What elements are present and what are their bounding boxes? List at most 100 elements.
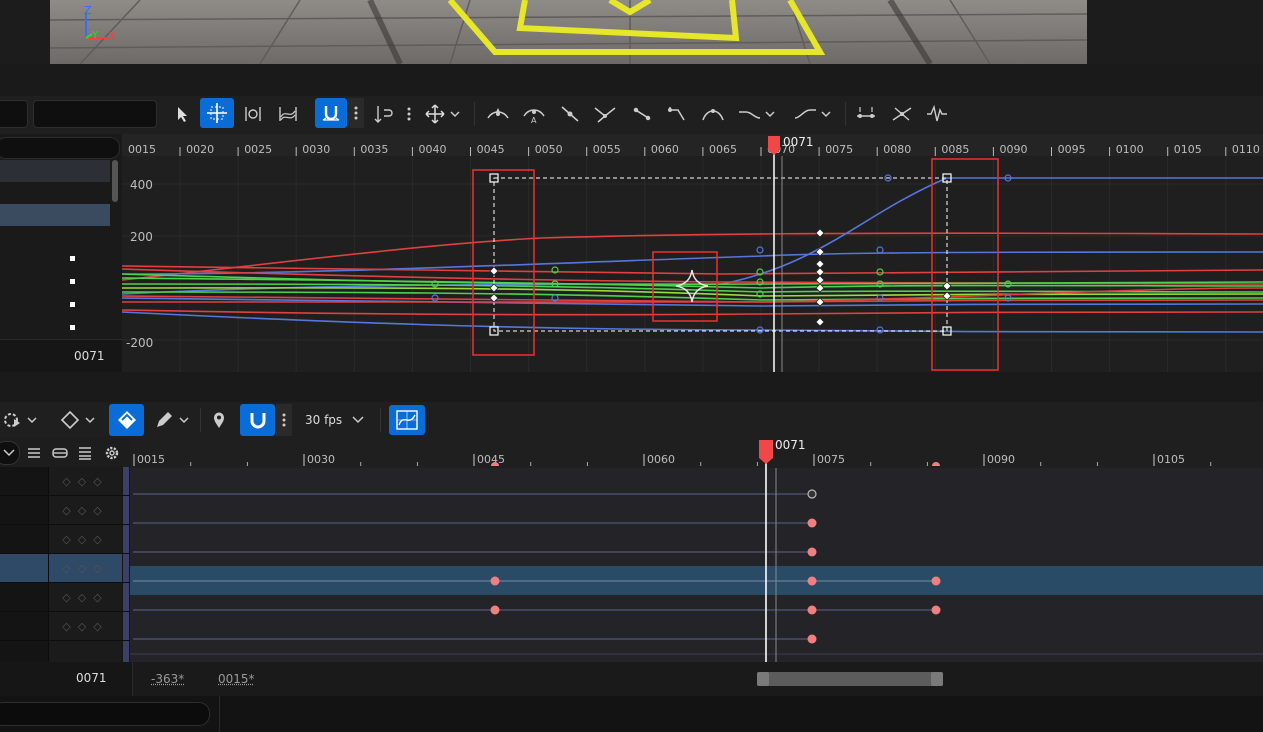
ruler-label: 0065 bbox=[709, 143, 737, 156]
curve-editor-icon bbox=[396, 410, 418, 430]
multi-scale-tool-button[interactable] bbox=[273, 99, 303, 129]
curves-scale-icon bbox=[279, 107, 297, 121]
scrollbar-left-handle[interactable] bbox=[757, 672, 769, 686]
curve-tree-item[interactable] bbox=[0, 160, 110, 182]
key-nav-icons[interactable]: ◇◇◇ bbox=[49, 467, 122, 495]
value-label-200: 200 bbox=[130, 230, 153, 244]
viewport-left-panel bbox=[0, 0, 50, 64]
add-track-dropdown[interactable] bbox=[0, 441, 20, 465]
svg-text:A: A bbox=[531, 116, 537, 124]
tree-scrollbar[interactable] bbox=[112, 160, 118, 202]
smart-tangent-button[interactable] bbox=[698, 99, 728, 129]
curve-bullet[interactable] bbox=[70, 325, 75, 330]
post-infinity-dropdown[interactable] bbox=[792, 99, 834, 129]
key-nav-icons[interactable]: ◇◇◇ bbox=[49, 554, 122, 582]
pre-infinity-dropdown[interactable] bbox=[736, 99, 778, 129]
ruler-label: 0025 bbox=[244, 143, 272, 156]
curve-tree-search[interactable] bbox=[0, 137, 120, 159]
expand-all-icon[interactable] bbox=[51, 445, 69, 461]
linear-tangent-button[interactable] bbox=[555, 99, 585, 129]
view-start-offset[interactable]: -363* bbox=[151, 672, 184, 686]
tangent-step-icon bbox=[668, 107, 685, 121]
curve-bullet[interactable] bbox=[70, 256, 75, 261]
cursor-icon bbox=[178, 107, 187, 122]
snap-options-menu[interactable] bbox=[348, 98, 364, 128]
tangent-linear-icon bbox=[561, 106, 579, 122]
panel-divider bbox=[0, 372, 1263, 402]
select-tool-button[interactable] bbox=[167, 99, 197, 129]
step-tangent-button[interactable] bbox=[662, 99, 692, 129]
curve-tree-item-selected[interactable] bbox=[0, 204, 110, 226]
marker-button[interactable] bbox=[206, 405, 232, 435]
curve-bullet[interactable] bbox=[70, 302, 75, 307]
curve-frame-display: 0071 bbox=[0, 339, 122, 373]
track-row[interactable]: ◇◇◇ bbox=[0, 467, 130, 496]
retime-tool-button[interactable] bbox=[238, 99, 268, 129]
collapse-all-icon[interactable] bbox=[26, 445, 42, 461]
framerate-dropdown[interactable]: 30 fps bbox=[300, 404, 370, 436]
key-options-dropdown[interactable] bbox=[58, 405, 100, 435]
curve-search-box[interactable] bbox=[0, 100, 28, 128]
gear-icon[interactable] bbox=[103, 444, 121, 462]
ruler-label: 0050 bbox=[535, 143, 563, 156]
curve-graph-view[interactable]: 0015 0020 0025 0030 0035 0040 0045 0050 0055 0060… bbox=[122, 134, 1263, 372]
seq-ruler-label: 0060 bbox=[647, 453, 675, 466]
curve-bullet[interactable] bbox=[70, 279, 75, 284]
view-start-frame[interactable]: 0015* bbox=[218, 672, 255, 686]
key-nav-icons[interactable]: ◇◇◇ bbox=[49, 496, 122, 524]
keys-flatten-icon bbox=[857, 107, 875, 118]
track-row[interactable] bbox=[0, 641, 130, 663]
key-nav-icons[interactable]: ◇◇◇ bbox=[49, 525, 122, 553]
track-row[interactable]: ◇◇◇ bbox=[0, 496, 130, 525]
straighten-keys-button[interactable] bbox=[887, 99, 917, 129]
sequencer-snap-button[interactable] bbox=[240, 404, 275, 436]
sequencer-timeline[interactable]: 0015 0030 0045 0060 0075 0090 0105 0071 bbox=[130, 438, 1263, 662]
curve-filter-box[interactable] bbox=[33, 100, 157, 128]
filter-curves-button[interactable] bbox=[922, 99, 952, 129]
auto-tangent-button[interactable] bbox=[483, 99, 513, 129]
transform-tool-button[interactable] bbox=[200, 98, 234, 128]
sequencer-snap-options[interactable] bbox=[276, 404, 292, 436]
tree-header bbox=[0, 438, 130, 467]
key-nav-icons[interactable]: ◇◇◇ bbox=[49, 612, 122, 640]
framerate-label: 30 fps bbox=[305, 413, 343, 427]
axis-z-label: Z bbox=[84, 4, 92, 17]
snap-toggle-button[interactable] bbox=[315, 98, 347, 128]
ruler-label: 0110 bbox=[1232, 143, 1260, 156]
track-row[interactable]: ◇◇◇ bbox=[0, 612, 130, 641]
ruler-label: 0045 bbox=[477, 143, 505, 156]
seq-ruler-label: 0015 bbox=[137, 453, 165, 466]
move-mode-dropdown[interactable] bbox=[422, 99, 464, 129]
seq-ruler-label: 0030 bbox=[307, 453, 335, 466]
auto-key-button[interactable] bbox=[109, 404, 144, 436]
flat-tangent-button[interactable] bbox=[627, 99, 657, 129]
scrollbar-right-handle[interactable] bbox=[931, 672, 943, 686]
flatten-keys-button[interactable] bbox=[851, 99, 881, 129]
timeline-scrollbar[interactable] bbox=[757, 672, 943, 686]
ruler-label: 0015 bbox=[128, 143, 156, 156]
value-label-neg200: -200 bbox=[126, 336, 154, 350]
ruler-label: 0080 bbox=[883, 143, 911, 156]
break-tangent-button[interactable] bbox=[590, 99, 620, 129]
sequencer-current-frame[interactable]: 0071 bbox=[76, 671, 107, 685]
track-row[interactable]: ◇◇◇ bbox=[0, 525, 130, 554]
time-snap-button[interactable] bbox=[368, 99, 398, 129]
time-snap-options[interactable] bbox=[402, 99, 416, 129]
sequencer-playhead-label: 0071 bbox=[775, 438, 806, 452]
track-row-selected[interactable]: ◇◇◇ bbox=[0, 554, 130, 583]
ruler-label: 0100 bbox=[1116, 143, 1144, 156]
more-vertical-icon bbox=[354, 106, 358, 120]
seq-ruler-label: 0090 bbox=[987, 453, 1015, 466]
level-viewport[interactable]: Z Y X bbox=[50, 0, 1087, 64]
track-row[interactable]: ◇◇◇ bbox=[0, 583, 130, 612]
edit-mode-dropdown[interactable] bbox=[152, 405, 192, 435]
user-tangent-button[interactable]: A bbox=[519, 99, 549, 129]
curve-editor-toggle[interactable] bbox=[389, 405, 425, 435]
list-view-icon[interactable] bbox=[77, 445, 93, 461]
key-nav-icons[interactable]: ◇◇◇ bbox=[49, 583, 122, 611]
playback-options-dropdown[interactable] bbox=[0, 405, 40, 435]
filter-wave-icon bbox=[927, 104, 947, 122]
ruler-label: 0085 bbox=[941, 143, 969, 156]
bottom-search-input[interactable] bbox=[0, 702, 210, 726]
value-snap-icon bbox=[374, 106, 393, 123]
